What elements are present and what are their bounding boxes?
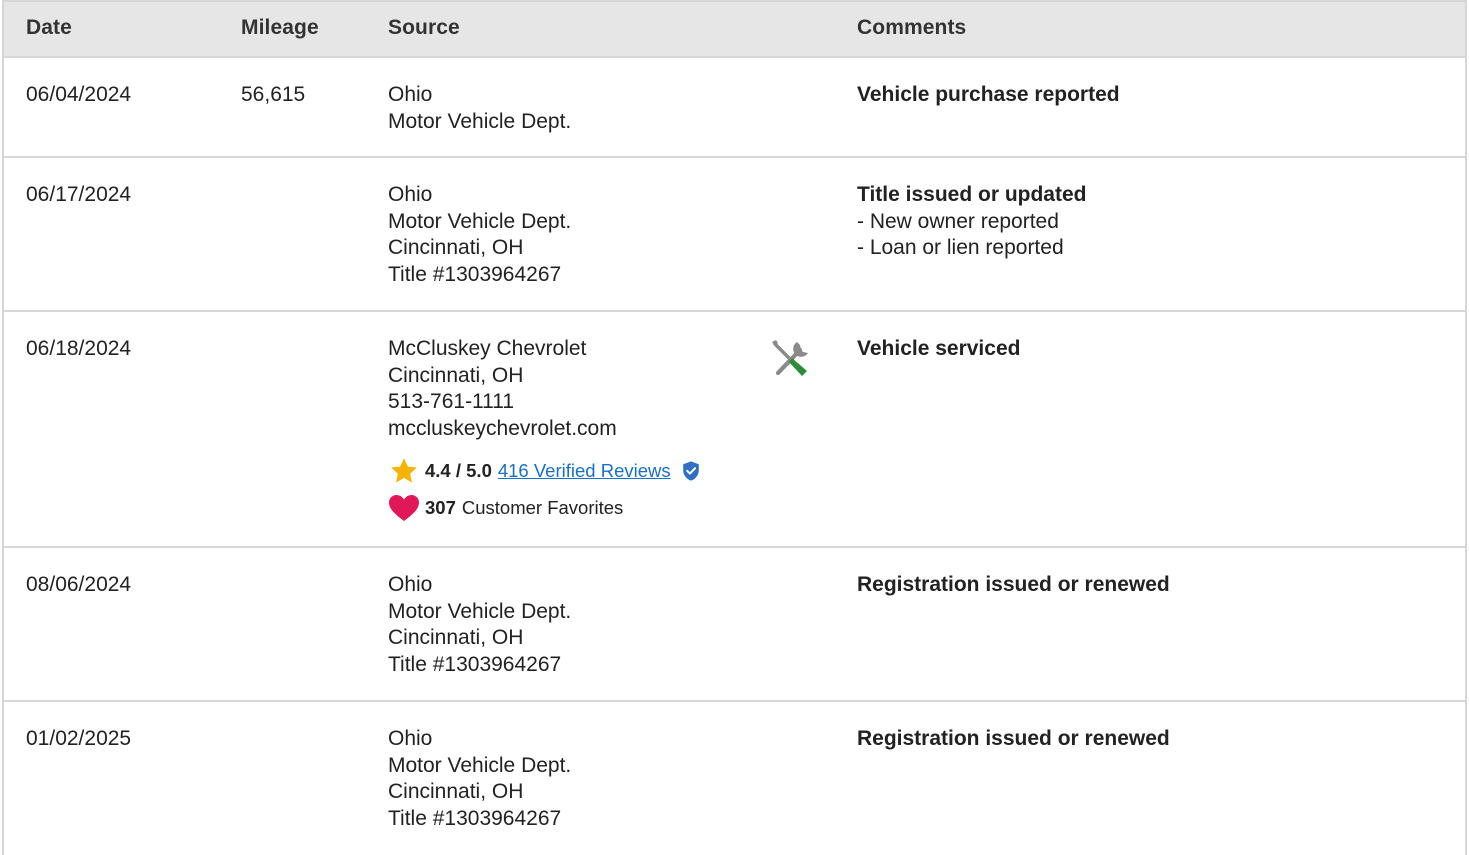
row-source: Ohio Motor Vehicle Dept. (388, 82, 571, 135)
source-line: Ohio (388, 573, 433, 596)
source-line: Motor Vehicle Dept. (388, 599, 572, 623)
row-comments: Vehicle serviced (857, 336, 1020, 363)
table-row: 06/17/2024 Ohio Motor Vehicle Dept. Cinc… (4, 158, 1465, 312)
table-row: 08/06/2024 Ohio Motor Vehicle Dept. Cinc… (4, 548, 1465, 702)
source-line: Ohio (388, 727, 433, 750)
customer-favorites: 307 Customer Favorites (388, 494, 702, 522)
row-comments: Title issued or updated - New owner repo… (857, 182, 1086, 262)
source-line: Title #1303964267 (388, 262, 562, 286)
table-row: 01/02/2025 Ohio Motor Vehicle Dept. Cinc… (4, 702, 1465, 855)
header-comments: Comments (857, 16, 967, 39)
row-mileage: 56,615 (241, 83, 306, 106)
source-line: Title #1303964267 (388, 652, 562, 676)
heart-icon (389, 495, 419, 521)
row-source: McCluskey Chevrolet Cincinnati, OH 513-7… (388, 336, 702, 522)
comment-item: - New owner reported (857, 209, 1059, 233)
favorites-label: Customer Favorites (461, 496, 624, 518)
header-mileage: Mileage (241, 16, 319, 39)
favorites-count: 307 (425, 496, 456, 518)
source-line: Cincinnati, OH (388, 626, 524, 649)
source-line: Cincinnati, OH (388, 236, 524, 259)
header-date: Date (26, 16, 72, 39)
comment-item: - Loan or lien reported (857, 236, 1064, 259)
table-row: 06/18/2024 McCluskey Chevrolet Cincinnat… (4, 312, 1465, 548)
row-source: Ohio Motor Vehicle Dept. Cincinnati, OH … (388, 572, 571, 678)
comment-title: Vehicle purchase reported (857, 83, 1120, 106)
row-source: Ohio Motor Vehicle Dept. Cincinnati, OH … (388, 182, 571, 288)
table-header: Date Mileage Source Comments (4, 0, 1465, 58)
row-date: 06/18/2024 (26, 337, 132, 360)
verified-reviews-link[interactable]: 416 Verified Reviews (498, 458, 671, 485)
row-date: 01/02/2025 (26, 727, 132, 750)
comment-title: Title issued or updated (857, 183, 1087, 206)
service-tools-icon (772, 340, 808, 376)
table-row: 06/04/2024 56,615 Ohio Motor Vehicle Dep… (4, 58, 1465, 158)
vehicle-history-table: Date Mileage Source Comments 06/04/2024 … (2, 0, 1467, 855)
row-comments: Registration issued or renewed (857, 726, 1170, 753)
header-source: Source (388, 16, 460, 39)
comment-title: Registration issued or renewed (857, 573, 1170, 596)
row-comments: Registration issued or renewed (857, 572, 1170, 599)
row-source: Ohio Motor Vehicle Dept. Cincinnati, OH … (388, 726, 571, 832)
source-line: Ohio (388, 183, 433, 206)
dealer-rating: 4.4 / 5.0 416 Verified Reviews (388, 456, 702, 486)
source-line: Motor Vehicle Dept. (388, 753, 572, 777)
dealer-phone: 513-761-1111 (388, 390, 515, 413)
source-line: Cincinnati, OH (388, 780, 524, 803)
verified-shield-icon (682, 461, 699, 481)
comment-title: Registration issued or renewed (857, 727, 1170, 750)
dealer-website: mccluskeychevrolet.com (388, 416, 617, 440)
source-line: Ohio (388, 83, 433, 106)
dealer-name: McCluskey Chevrolet (388, 337, 587, 360)
star-icon (391, 458, 417, 483)
row-date: 08/06/2024 (26, 573, 132, 596)
source-line: Motor Vehicle Dept. (388, 209, 572, 233)
source-line: Motor Vehicle Dept. (388, 109, 572, 133)
comment-title: Vehicle serviced (857, 337, 1021, 360)
rating-score: 4.4 / 5.0 (425, 459, 492, 481)
source-line: Cincinnati, OH (388, 363, 524, 387)
row-comments: Vehicle purchase reported (857, 82, 1120, 109)
source-line: Title #1303964267 (388, 806, 562, 830)
row-date: 06/04/2024 (26, 83, 132, 106)
row-date: 06/17/2024 (26, 183, 132, 206)
